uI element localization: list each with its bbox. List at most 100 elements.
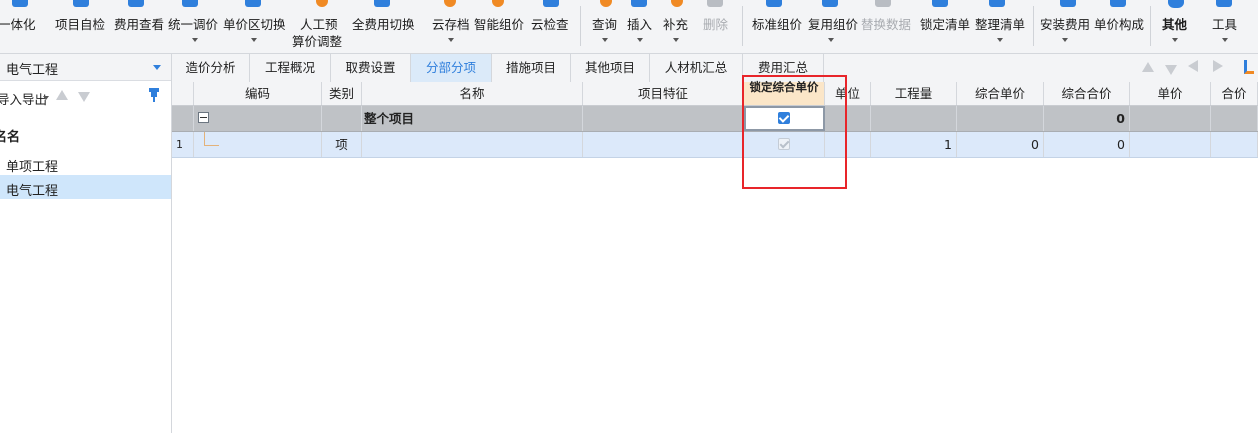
toolbar-divider <box>1033 6 1034 46</box>
insert-icon <box>631 0 647 7</box>
unit-price-switch-icon <box>245 0 261 7</box>
toolbar-divider <box>742 6 743 46</box>
unit-price-cell[interactable] <box>1130 106 1211 131</box>
table-row[interactable]: 1 项 1 0 0 <box>172 132 1258 158</box>
header-composite-total[interactable]: 综合合价 <box>1044 82 1130 105</box>
unit-price-cell[interactable] <box>1130 132 1211 157</box>
unit-cell[interactable] <box>825 132 871 157</box>
import-export-button[interactable]: 导入导出 <box>0 89 47 108</box>
header-total[interactable]: 合价 <box>1211 82 1258 105</box>
move-up-icon[interactable] <box>56 90 68 100</box>
price-adjust-icon <box>182 0 198 7</box>
chevron-down-icon <box>828 38 834 42</box>
delete-icon <box>707 0 723 7</box>
row-index-cell <box>172 106 194 131</box>
table-row[interactable]: 整个项目 0 <box>172 106 1258 132</box>
other-icon <box>1168 0 1184 8</box>
tree-toolbar: 导入导出 <box>0 81 171 111</box>
lock-price-cell[interactable] <box>744 132 825 157</box>
code-cell[interactable] <box>194 132 322 157</box>
composite-total-cell[interactable]: 0 <box>1044 132 1130 157</box>
query-icon <box>600 0 612 7</box>
smart-pricing-icon <box>492 0 504 7</box>
pin-icon[interactable] <box>148 88 160 102</box>
toolbar-divider <box>580 6 581 46</box>
grid-header-row: 编码 类别 名称 项目特征 锁定综合单价 单位 工程量 综合单价 综合合价 单价… <box>172 81 1258 106</box>
total-cell[interactable] <box>1211 132 1258 157</box>
name-cell[interactable]: 整个项目 <box>362 106 583 131</box>
tab-cost-summary[interactable]: 费用汇总 <box>743 54 824 82</box>
chevron-down-icon <box>1062 38 1068 42</box>
organize-list-icon <box>989 0 1005 7</box>
chevron-down-icon <box>1222 38 1228 42</box>
tab-cost-analysis[interactable]: 造价分析 <box>172 54 250 82</box>
project-selector[interactable]: 电气工程 <box>0 54 171 81</box>
tab-project-overview[interactable]: 工程概况 <box>250 54 331 82</box>
header-name[interactable]: 名称 <box>362 82 583 105</box>
quantity-cell[interactable]: 1 <box>871 132 957 157</box>
lock-price-checkbox <box>778 138 790 150</box>
tree-item-single-project[interactable]: 单项工程 <box>0 151 171 175</box>
header-lock-price[interactable]: 锁定综合单价 <box>744 81 825 105</box>
move-right-icon[interactable] <box>1213 60 1223 72</box>
install-cost-icon <box>1060 0 1076 7</box>
chevron-down-icon <box>153 65 161 70</box>
cost-view-icon <box>128 0 144 7</box>
integration-icon <box>12 0 28 7</box>
toolbar-divider <box>1150 6 1151 46</box>
header-quantity[interactable]: 工程量 <box>871 82 957 105</box>
category-cell[interactable]: 项 <box>322 132 362 157</box>
chevron-down-icon <box>673 38 679 42</box>
header-category[interactable]: 类别 <box>322 82 362 105</box>
collapse-icon[interactable] <box>198 112 209 123</box>
move-up-icon[interactable] <box>1142 62 1154 72</box>
composite-total-cell[interactable]: 0 <box>1044 106 1130 131</box>
lock-price-cell[interactable] <box>744 106 825 131</box>
supplement-icon <box>671 0 683 7</box>
total-cell[interactable] <box>1211 106 1258 131</box>
chevron-down-icon <box>1172 38 1178 42</box>
header-unit-price[interactable]: 单价 <box>1130 82 1211 105</box>
replace-data-icon <box>875 0 891 7</box>
move-left-icon[interactable] <box>1188 60 1198 72</box>
feature-cell[interactable] <box>583 132 744 157</box>
category-cell[interactable] <box>322 106 362 131</box>
composite-price-cell[interactable]: 0 <box>957 132 1044 157</box>
row-index-cell: 1 <box>172 132 194 157</box>
tab-bar: 造价分析 工程概况 取费设置 分部分项 措施项目 其他项目 人材机汇总 费用汇总 <box>172 54 1258 83</box>
chevron-down-icon <box>997 38 1003 42</box>
move-down-icon[interactable] <box>1165 65 1177 75</box>
tools-icon <box>1216 0 1232 7</box>
tab-measures[interactable]: 措施项目 <box>492 54 571 82</box>
price-composition-icon <box>1110 0 1126 7</box>
move-down-icon[interactable] <box>78 92 90 102</box>
code-cell[interactable] <box>194 106 322 131</box>
header-composite-price[interactable]: 综合单价 <box>957 82 1044 105</box>
feature-cell[interactable] <box>583 106 744 131</box>
tab-other-items[interactable]: 其他项目 <box>571 54 650 82</box>
header-feature[interactable]: 项目特征 <box>583 82 744 105</box>
tree-item-electrical[interactable]: 电气工程 <box>0 175 171 199</box>
lock-price-checkbox[interactable] <box>778 112 790 124</box>
reuse-pricing-icon <box>822 0 838 7</box>
tab-materials-summary[interactable]: 人材机汇总 <box>650 54 743 82</box>
chevron-down-icon <box>637 38 643 42</box>
name-cell[interactable] <box>362 132 583 157</box>
full-cost-switch-icon <box>374 0 390 7</box>
composite-price-cell[interactable] <box>957 106 1044 131</box>
unit-cell[interactable] <box>825 106 871 131</box>
cloud-archive-icon <box>444 0 456 7</box>
header-code[interactable]: 编码 <box>194 82 322 105</box>
quantity-cell[interactable] <box>871 106 957 131</box>
cloud-check-icon <box>543 0 559 7</box>
tab-sub-items[interactable]: 分部分项 <box>411 54 492 82</box>
settings-icon[interactable] <box>1244 60 1254 74</box>
tab-fee-settings[interactable]: 取费设置 <box>331 54 411 82</box>
chevron-down-icon <box>251 38 257 42</box>
header-unit[interactable]: 单位 <box>825 82 871 105</box>
tree-header: 名名 <box>0 130 21 145</box>
main-toolbar: 一体化 项目自检 费用查看 统一调价 单价区切换 人工预 算价调整 全费用切换 … <box>0 0 1258 54</box>
bill-grid: 编码 类别 名称 项目特征 锁定综合单价 单位 工程量 综合单价 综合合价 单价… <box>172 81 1258 433</box>
chevron-down-icon <box>43 96 49 100</box>
tree-connector <box>204 132 219 146</box>
